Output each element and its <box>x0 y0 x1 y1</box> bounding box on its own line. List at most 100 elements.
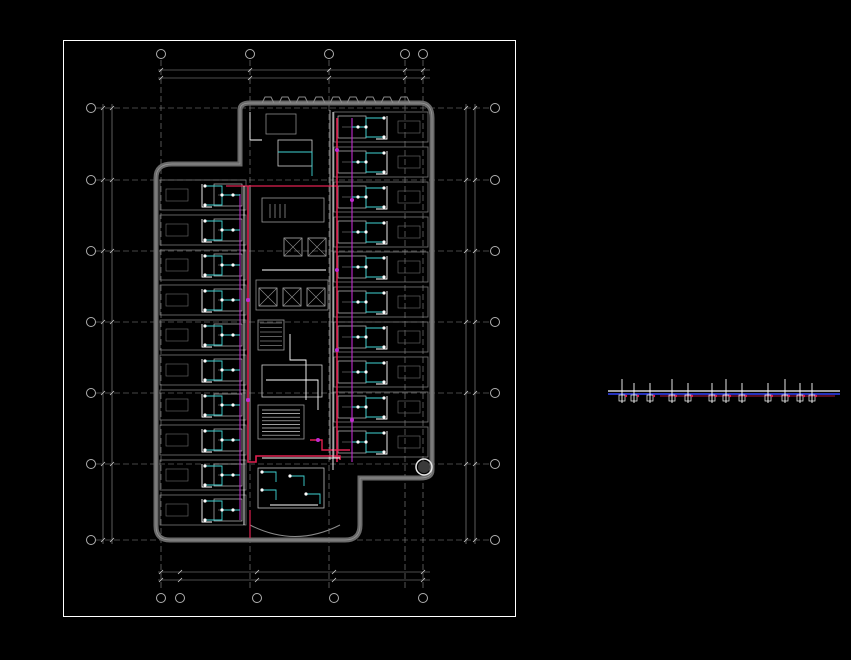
floor-drain <box>203 184 207 188</box>
bed-outline <box>165 433 189 447</box>
floor-drain <box>231 263 235 267</box>
grid-bubble-right <box>490 388 500 398</box>
floor-drain <box>203 289 207 293</box>
grid-bubble-top <box>324 49 334 59</box>
fixture-drain <box>376 396 388 420</box>
bed-outline <box>397 155 421 169</box>
room-branch-pipe <box>205 300 223 311</box>
section-fitting <box>770 394 774 398</box>
bed-outline <box>397 295 421 309</box>
fixture-drain <box>201 464 212 488</box>
bed-outline <box>165 398 189 412</box>
building-outline <box>153 96 435 543</box>
floor-drain <box>382 256 386 260</box>
bed-outline <box>397 260 421 274</box>
floor-drain <box>382 275 386 279</box>
room-branch-pipe <box>205 265 223 276</box>
fixture-drain <box>201 254 212 278</box>
fixture-drain <box>376 326 388 350</box>
floor-drain <box>382 380 386 384</box>
grid-bubble-right <box>490 317 500 327</box>
bed-outline <box>397 400 421 414</box>
grid-bubble-bottom <box>252 593 262 603</box>
room-branch-pipe <box>352 117 384 128</box>
bed-outline <box>165 503 189 517</box>
floor-drain <box>231 333 235 337</box>
section-fitting <box>814 394 818 398</box>
bottom-curve <box>249 524 341 537</box>
grid-bubble-right <box>490 459 500 469</box>
room-branch-pipe <box>205 510 223 521</box>
bed-outline <box>165 363 189 377</box>
floor-drain <box>382 450 386 454</box>
floor-drain <box>203 343 207 347</box>
room-branch-pipe <box>352 152 384 163</box>
floor-drain <box>220 403 224 407</box>
bed-outline <box>397 225 421 239</box>
bed-outline <box>397 120 421 134</box>
bed-outline <box>397 435 421 449</box>
core-branch <box>289 334 307 400</box>
section-fitting <box>624 394 628 398</box>
floor-drain <box>203 378 207 382</box>
floor-drain <box>356 265 360 269</box>
section-fitting <box>690 394 694 398</box>
fixture-drain <box>201 289 212 313</box>
bed-outline <box>165 468 189 482</box>
fixture-drain <box>376 361 388 385</box>
bed-outline <box>165 188 189 202</box>
floor-drain <box>364 370 368 374</box>
floor-drain <box>203 483 207 487</box>
section-fitting <box>787 394 791 398</box>
riser-marker <box>335 148 339 152</box>
room-branch-pipe <box>365 267 384 278</box>
floor-drain <box>382 326 386 330</box>
exterior-wall <box>153 100 435 543</box>
floor-drain <box>382 170 386 174</box>
riser-marker <box>246 298 250 302</box>
riser-marker <box>335 348 339 352</box>
room-branch-pipe <box>352 187 384 198</box>
fixture-drain <box>376 221 388 245</box>
bed-outline <box>165 223 189 237</box>
grid-bubble-top <box>156 49 166 59</box>
floor-drain <box>203 238 207 242</box>
room-branch-pipe <box>365 442 384 453</box>
drainage-piping <box>201 112 433 538</box>
floor-drain <box>304 492 308 496</box>
room-branch-pipe <box>205 440 223 451</box>
floor-drain <box>382 431 386 435</box>
floor-drain <box>220 228 224 232</box>
floor-drain <box>364 335 368 339</box>
floor-drain <box>203 518 207 522</box>
fixture-drain <box>376 186 388 210</box>
floor-drain <box>203 394 207 398</box>
floor-drain <box>203 499 207 503</box>
room-branch-pipe <box>306 493 321 504</box>
grid-bubble-right <box>490 535 500 545</box>
floor-drain <box>220 438 224 442</box>
floor-drain <box>364 265 368 269</box>
floor-drain <box>356 160 360 164</box>
room-branch-pipe <box>262 471 277 482</box>
grid-bubble-bottom <box>156 593 166 603</box>
floor-drain <box>382 116 386 120</box>
floor-drain <box>260 470 264 474</box>
riser-marker <box>350 198 354 202</box>
elevator-bank <box>255 279 329 311</box>
floor-drain <box>382 135 386 139</box>
fixture-drain <box>201 219 212 243</box>
floor-drain <box>231 473 235 477</box>
section-fitting <box>652 394 656 398</box>
floor-drain <box>260 488 264 492</box>
floor-drain <box>364 125 368 129</box>
floor-drain <box>231 193 235 197</box>
room-branch-pipe <box>205 195 223 206</box>
riser-marker <box>246 398 250 402</box>
grid-bubble-right <box>490 175 500 185</box>
floor-drain <box>364 195 368 199</box>
core-shaft-top <box>265 113 297 135</box>
drawing-frame <box>63 40 516 617</box>
floor-drain <box>382 291 386 295</box>
floor-drain <box>231 508 235 512</box>
